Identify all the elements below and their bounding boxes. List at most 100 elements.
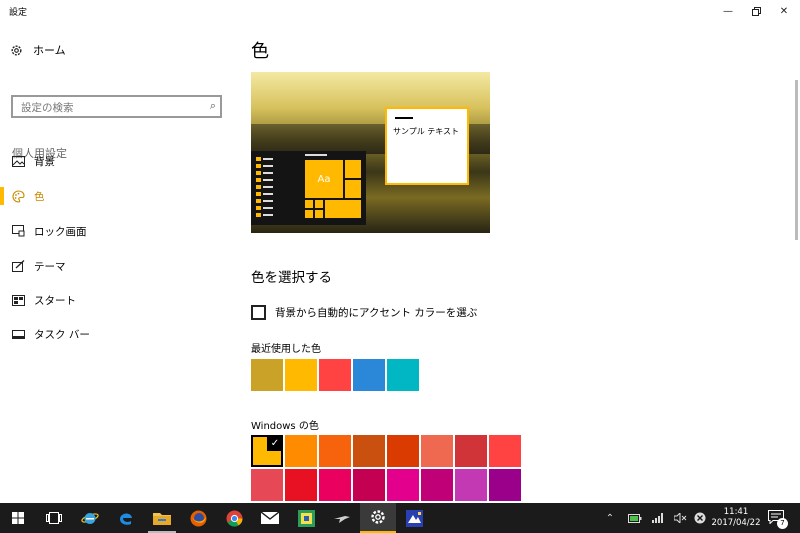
page-title: 色	[251, 41, 269, 62]
color-swatch[interactable]	[489, 435, 521, 467]
store-app-button[interactable]	[288, 503, 324, 533]
sidebar-item-start[interactable]: スタート	[0, 288, 232, 312]
close-circle-icon	[694, 512, 706, 524]
battery-status-button[interactable]	[624, 503, 646, 533]
windows-logo-icon	[12, 512, 24, 524]
sidebar-item-themes[interactable]: テーマ	[0, 254, 232, 278]
title-bar: 設定 — ✕	[0, 0, 800, 22]
edge-button[interactable]	[108, 503, 144, 533]
windows-colors-row	[251, 469, 521, 501]
edge-icon	[120, 513, 132, 525]
preview-tile	[315, 200, 323, 208]
color-swatch[interactable]	[353, 469, 385, 501]
sidebar-item-colors[interactable]: 色	[0, 184, 232, 208]
color-swatch[interactable]	[319, 359, 351, 391]
auto-accent-checkbox[interactable]	[251, 304, 266, 320]
start-tiles-icon	[11, 293, 25, 307]
action-center-button[interactable]: 7	[768, 509, 788, 529]
task-view-button[interactable]	[36, 503, 72, 533]
internet-explorer-button[interactable]	[72, 503, 108, 533]
restore-icon	[751, 6, 761, 16]
recent-colors-row	[251, 359, 419, 391]
notification-count: 7	[777, 518, 788, 529]
auto-accent-label: 背景から自動的にアクセント カラーを選ぶ	[275, 306, 478, 319]
taskbar-icon	[11, 327, 25, 341]
color-swatch[interactable]	[353, 435, 385, 467]
paintbrush-icon	[11, 259, 25, 273]
preview-sample-text: サンプル テキスト	[393, 127, 460, 136]
palette-icon	[11, 189, 25, 203]
search-placeholder: 設定の検索	[21, 102, 74, 114]
color-swatch[interactable]	[455, 469, 487, 501]
sidebar-item-label: ロック画面	[34, 225, 87, 238]
sidebar-item-taskbar[interactable]: タスク バー	[0, 322, 232, 346]
preview-sample-window: サンプル テキスト	[385, 107, 469, 185]
recent-colors-label: 最近使用した色	[251, 344, 321, 355]
preview-header-line	[305, 154, 327, 156]
volume-button[interactable]	[670, 503, 690, 533]
lock-screen-icon	[11, 224, 25, 238]
network-button[interactable]	[648, 503, 668, 533]
color-swatch[interactable]	[319, 435, 351, 467]
settings-button[interactable]	[360, 503, 396, 533]
sidebar-item-label: 背景	[34, 155, 55, 168]
folder-icon	[153, 513, 171, 525]
color-swatch[interactable]	[353, 359, 385, 391]
sidebar-item-label: タスク バー	[34, 328, 90, 341]
color-swatch[interactable]	[387, 469, 419, 501]
color-swatch[interactable]	[421, 435, 453, 467]
checkmark-icon: ✓	[267, 435, 283, 451]
color-swatch[interactable]	[285, 359, 317, 391]
gear-icon	[371, 510, 385, 524]
image-app-button[interactable]	[396, 503, 432, 533]
color-swatch[interactable]	[251, 469, 283, 501]
image-app-icon	[405, 509, 423, 527]
mail-button[interactable]	[252, 503, 288, 533]
color-swatch[interactable]	[387, 435, 419, 467]
color-swatch[interactable]	[489, 469, 521, 501]
file-explorer-button[interactable]	[144, 503, 180, 533]
preview-tile	[325, 200, 361, 218]
taskbar: ⌃ 11:41 2017/04/22 7	[0, 503, 800, 533]
task-view-icon	[46, 512, 62, 524]
preview-tile-large: Aa	[305, 160, 343, 198]
color-swatch[interactable]	[387, 359, 419, 391]
volume-muted-icon	[673, 513, 686, 523]
auto-accent-option[interactable]: 背景から自動的にアクセント カラーを選ぶ	[251, 304, 477, 320]
show-hidden-icons-button[interactable]: ⌃	[600, 503, 620, 533]
color-swatch[interactable]	[285, 469, 317, 501]
color-swatch[interactable]	[251, 359, 283, 391]
windows-colors-label: Windows の色	[251, 421, 319, 432]
sidebar-item-lock-screen[interactable]: ロック画面	[0, 219, 232, 243]
internet-explorer-icon	[81, 513, 99, 524]
scrollbar[interactable]	[795, 80, 798, 240]
jet-icon	[334, 516, 350, 523]
preview-tile	[315, 210, 323, 218]
close-button[interactable]: ✕	[766, 0, 800, 22]
picture-icon	[11, 154, 25, 168]
chrome-icon	[226, 510, 242, 526]
firefox-button[interactable]	[180, 503, 216, 533]
chrome-button[interactable]	[216, 503, 252, 533]
main-content: 色 Aa サンプル テキスト 色を選択する 背景から自動的にアクセント カラーを…	[232, 22, 800, 502]
minimize-icon: —	[723, 5, 733, 17]
sidebar-item-background[interactable]: 背景	[0, 149, 232, 173]
close-icon: ✕	[779, 5, 789, 17]
battery-icon	[628, 513, 642, 523]
color-swatch[interactable]	[319, 469, 351, 501]
gear-icon	[11, 44, 22, 56]
preview-tile	[345, 160, 361, 178]
color-swatch[interactable]	[455, 435, 487, 467]
active-indicator	[0, 187, 4, 205]
color-swatch[interactable]	[421, 469, 453, 501]
game-app-button[interactable]	[324, 503, 360, 533]
color-swatch[interactable]: ✓	[251, 435, 283, 467]
clock[interactable]: 11:41 2017/04/22	[708, 507, 764, 529]
search-input[interactable]: 設定の検索 ⌕	[11, 95, 222, 118]
status-x-button[interactable]	[690, 503, 710, 533]
home-link[interactable]: ホーム	[10, 41, 66, 59]
start-button[interactable]	[0, 503, 36, 533]
color-swatch[interactable]	[285, 435, 317, 467]
window-title: 設定	[9, 8, 28, 18]
choose-color-heading: 色を選択する	[251, 270, 332, 286]
